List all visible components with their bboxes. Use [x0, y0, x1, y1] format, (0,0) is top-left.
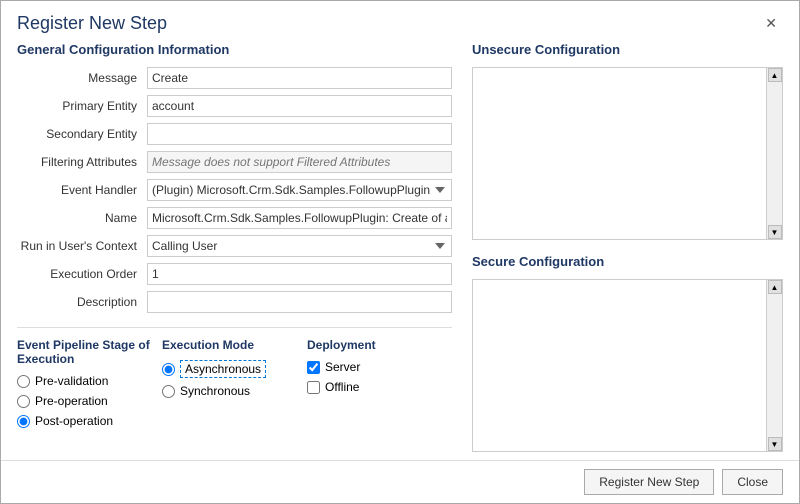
secure-config-title: Secure Configuration [472, 254, 783, 269]
filtering-attributes-row: Filtering Attributes [17, 151, 452, 173]
general-config-title: General Configuration Information [17, 42, 452, 57]
execution-order-label: Execution Order [17, 267, 147, 281]
deployment-title: Deployment [307, 338, 452, 352]
asynchronous-label: Asynchronous [180, 360, 266, 378]
secondary-entity-row: Secondary Entity [17, 123, 452, 145]
synchronous-row: Synchronous [162, 384, 307, 398]
synchronous-label: Synchronous [180, 384, 250, 398]
server-checkbox[interactable] [307, 361, 320, 374]
footer: Register New Step Close [1, 460, 799, 503]
server-label: Server [325, 360, 360, 374]
register-new-step-dialog: Register New Step ✕ General Configuratio… [0, 0, 800, 504]
unsecure-scroll-up[interactable]: ▲ [768, 68, 782, 82]
event-pipeline-title: Event Pipeline Stage of Execution [17, 338, 162, 366]
deployment-col: Deployment Server Offline [307, 338, 452, 434]
primary-entity-label: Primary Entity [17, 99, 147, 113]
message-input[interactable] [147, 67, 452, 89]
pre-operation-row: Pre-operation [17, 394, 162, 408]
unsecure-scrollbar[interactable]: ▲ ▼ [766, 68, 782, 239]
event-handler-select[interactable]: (Plugin) Microsoft.Crm.Sdk.Samples.Follo… [147, 179, 452, 201]
register-new-step-button[interactable]: Register New Step [584, 469, 714, 495]
bottom-grid: Event Pipeline Stage of Execution Pre-va… [17, 338, 452, 434]
message-row: Message [17, 67, 452, 89]
secure-scroll-down[interactable]: ▼ [768, 437, 782, 451]
execution-order-row: Execution Order [17, 263, 452, 285]
primary-entity-row: Primary Entity [17, 95, 452, 117]
pre-validation-row: Pre-validation [17, 374, 162, 388]
post-operation-label: Post-operation [35, 414, 113, 428]
offline-label: Offline [325, 380, 359, 394]
server-row: Server [307, 360, 452, 374]
pre-validation-radio[interactable] [17, 375, 30, 388]
dialog-body: General Configuration Information Messag… [1, 38, 799, 460]
primary-entity-input[interactable] [147, 95, 452, 117]
pre-operation-label: Pre-operation [35, 394, 108, 408]
offline-checkbox[interactable] [307, 381, 320, 394]
name-input[interactable] [147, 207, 452, 229]
offline-row: Offline [307, 380, 452, 394]
execution-mode-col: Execution Mode Asynchronous Synchronous [162, 338, 307, 434]
window-close-button[interactable]: ✕ [759, 13, 783, 34]
run-context-row: Run in User's Context Calling User [17, 235, 452, 257]
secure-section: Secure Configuration ▲ ▼ [472, 250, 783, 452]
secondary-entity-input[interactable] [147, 123, 452, 145]
filtering-attributes-input[interactable] [147, 151, 452, 173]
secure-scrollbar[interactable]: ▲ ▼ [766, 280, 782, 451]
message-label: Message [17, 71, 147, 85]
right-panel: Unsecure Configuration ▲ ▼ Secure Config… [472, 38, 783, 452]
event-pipeline-col: Event Pipeline Stage of Execution Pre-va… [17, 338, 162, 434]
secure-scroll-up[interactable]: ▲ [768, 280, 782, 294]
unsecure-config-box[interactable]: ▲ ▼ [472, 67, 783, 240]
close-button[interactable]: Close [722, 469, 783, 495]
asynchronous-row: Asynchronous [162, 360, 307, 378]
bottom-section: Event Pipeline Stage of Execution Pre-va… [17, 327, 452, 434]
post-operation-row: Post-operation [17, 414, 162, 428]
pre-validation-label: Pre-validation [35, 374, 108, 388]
execution-mode-title: Execution Mode [162, 338, 307, 352]
unsecure-config-title: Unsecure Configuration [472, 42, 783, 57]
dialog-title: Register New Step [17, 13, 167, 34]
event-handler-label: Event Handler [17, 183, 147, 197]
run-context-select[interactable]: Calling User [147, 235, 452, 257]
asynchronous-radio[interactable] [162, 363, 175, 376]
left-panel: General Configuration Information Messag… [17, 38, 452, 452]
description-row: Description [17, 291, 452, 313]
name-label: Name [17, 211, 147, 225]
description-input[interactable] [147, 291, 452, 313]
name-row: Name [17, 207, 452, 229]
unsecure-scroll-down[interactable]: ▼ [768, 225, 782, 239]
description-label: Description [17, 295, 147, 309]
event-handler-row: Event Handler (Plugin) Microsoft.Crm.Sdk… [17, 179, 452, 201]
synchronous-radio[interactable] [162, 385, 175, 398]
title-bar: Register New Step ✕ [1, 1, 799, 38]
unsecure-section: Unsecure Configuration ▲ ▼ [472, 38, 783, 240]
post-operation-radio[interactable] [17, 415, 30, 428]
run-context-label: Run in User's Context [17, 239, 147, 253]
pre-operation-radio[interactable] [17, 395, 30, 408]
secure-config-box[interactable]: ▲ ▼ [472, 279, 783, 452]
filtering-attributes-label: Filtering Attributes [17, 155, 147, 169]
secondary-entity-label: Secondary Entity [17, 127, 147, 141]
execution-order-input[interactable] [147, 263, 452, 285]
